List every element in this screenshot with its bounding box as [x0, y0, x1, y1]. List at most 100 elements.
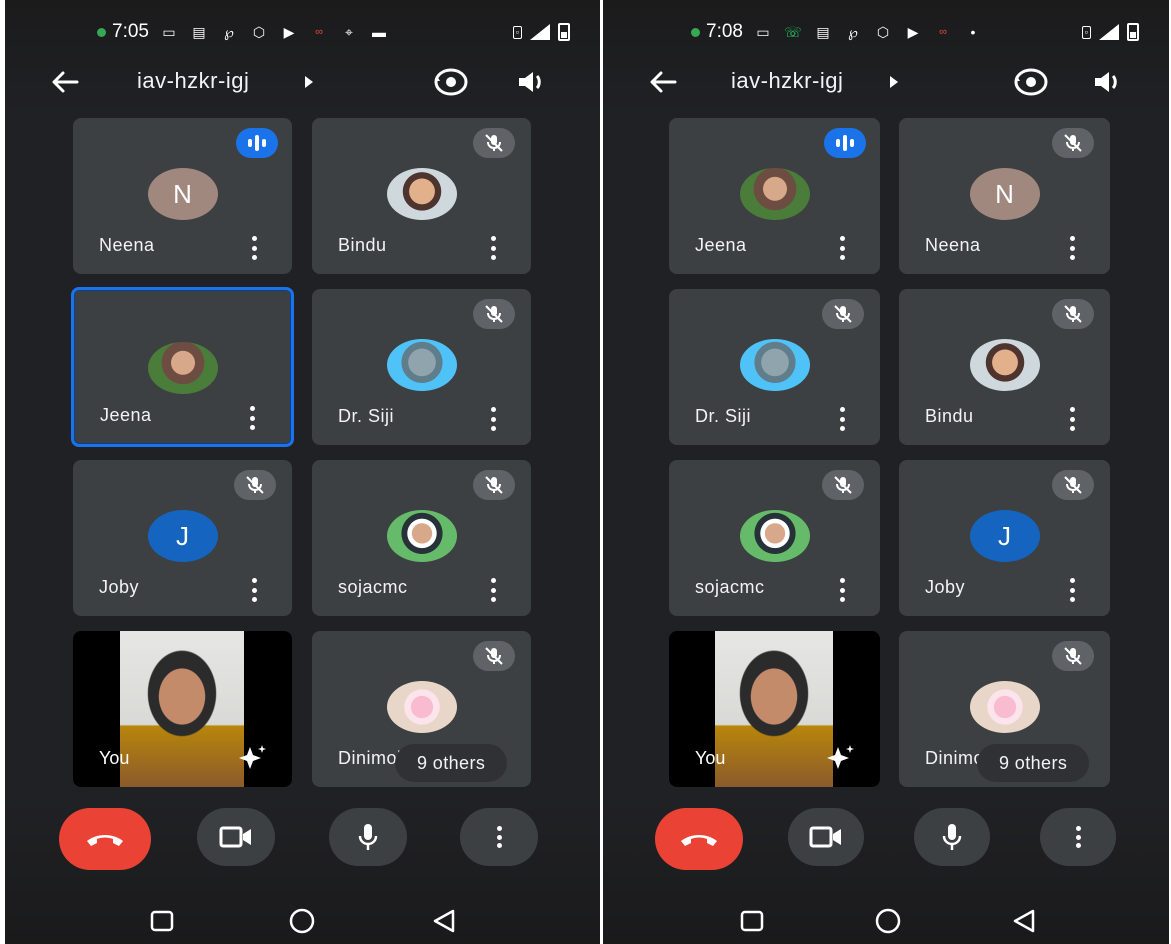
participant-name: Joby: [99, 577, 140, 597]
more-options-button[interactable]: [1040, 808, 1116, 866]
meeting-top-bar: iav-hzkr-igj: [5, 62, 600, 102]
mic-toggle-button[interactable]: [329, 808, 407, 866]
home-button[interactable]: [873, 906, 903, 936]
flip-camera-icon[interactable]: [1013, 64, 1049, 100]
avatar: [739, 168, 810, 220]
system-nav-bar: [603, 900, 1169, 940]
back-button[interactable]: [429, 906, 459, 936]
more-vert-icon[interactable]: [1068, 407, 1076, 431]
caret-right-icon[interactable]: [890, 76, 898, 88]
home-button[interactable]: [287, 906, 317, 936]
sparkle-icon[interactable]: [238, 743, 268, 773]
caret-right-icon[interactable]: [305, 76, 313, 88]
self-camera-preview: [120, 631, 244, 787]
meeting-code[interactable]: iav-hzkr-igj: [731, 68, 843, 94]
speaker-icon[interactable]: [515, 66, 547, 98]
status-bar: 7:08 ▭ ☏ ▤ ℘ ⬡ ▶ ∞ • ▫: [603, 14, 1169, 50]
right-phone-screen: 7:08 ▭ ☏ ▤ ℘ ⬡ ▶ ∞ • ▫ iav-hzkr-igj Jeen…: [603, 0, 1169, 944]
avatar: [386, 681, 457, 733]
camera-toggle-button[interactable]: [197, 808, 275, 866]
participant-tile[interactable]: Dr. Siji: [669, 289, 880, 445]
triangle-back-icon: [433, 909, 455, 933]
others-button[interactable]: 9 others: [977, 744, 1090, 782]
screenshot-pair: 7:05 ▭ ▤ ℘ ⬡ ▶ ∞ ⌖ ▬ ▫ iav-hzkr-igj N Ne…: [0, 0, 1171, 944]
status-time: 7:08: [706, 21, 743, 42]
participant-tile[interactable]: J Joby: [899, 460, 1110, 616]
battery-icon: [558, 23, 570, 41]
participant-tile[interactable]: N Neena: [73, 118, 292, 274]
recents-button[interactable]: [737, 906, 767, 936]
avatar: N: [969, 168, 1040, 220]
call-controls: [5, 808, 600, 878]
participant-tile[interactable]: J Joby: [73, 460, 292, 616]
mic-toggle-button[interactable]: [914, 808, 990, 866]
video-status-icon: ▭: [162, 24, 176, 40]
arrow-left-icon[interactable]: [49, 66, 81, 98]
avatar: [969, 681, 1040, 733]
participant-tile[interactable]: Bindu: [899, 289, 1110, 445]
volte-icon: ▫: [512, 25, 522, 39]
signal-icon: [530, 24, 550, 40]
participant-name: sojacmc: [695, 577, 765, 597]
participant-tile[interactable]: Bindu: [312, 118, 531, 274]
more-vert-icon[interactable]: [1068, 578, 1076, 602]
speaker-icon[interactable]: [1091, 66, 1123, 98]
mic-off-icon: [473, 299, 515, 329]
more-vert-icon[interactable]: [489, 578, 497, 602]
more-vert-icon[interactable]: [838, 407, 846, 431]
end-call-button[interactable]: [655, 808, 743, 870]
participant-tile[interactable]: sojacmc: [312, 460, 531, 616]
circle-icon: [875, 908, 901, 934]
camera-toggle-button[interactable]: [788, 808, 864, 866]
mic-off-icon: [822, 299, 864, 329]
participant-tile[interactable]: Dr. Siji: [312, 289, 531, 445]
self-video-tile[interactable]: You: [73, 631, 292, 787]
more-vert-icon: [495, 826, 503, 848]
mic-off-icon: [473, 641, 515, 671]
participant-name: sojacmc: [338, 577, 408, 597]
volte-icon: ▫: [1081, 25, 1091, 39]
youtube-icon: ▶: [907, 24, 919, 40]
myntra-app-icon: ℘: [848, 24, 858, 40]
more-options-button[interactable]: [460, 808, 538, 866]
video-camera-icon: [809, 826, 841, 848]
news-app-icon: ▤: [192, 24, 206, 40]
end-call-button[interactable]: [59, 808, 151, 870]
avatar: N: [147, 168, 218, 220]
more-vert-icon[interactable]: [838, 578, 846, 602]
participant-name: Jeena: [695, 235, 747, 255]
status-bar: 7:05 ▭ ▤ ℘ ⬡ ▶ ∞ ⌖ ▬ ▫: [5, 14, 600, 50]
square-icon: [150, 910, 174, 932]
participant-tile-active[interactable]: Jeena: [71, 287, 294, 447]
more-vert-icon[interactable]: [838, 236, 846, 260]
flip-camera-icon[interactable]: [433, 64, 469, 100]
others-button[interactable]: 9 others: [395, 744, 508, 782]
more-vert-icon[interactable]: [250, 236, 258, 260]
more-vert-icon[interactable]: [489, 407, 497, 431]
participant-tile[interactable]: N Neena: [899, 118, 1110, 274]
more-vert-icon[interactable]: [489, 236, 497, 260]
avatar: [739, 339, 810, 391]
hexagon-app-icon: ⬡: [252, 24, 266, 40]
participant-name: Bindu: [338, 235, 387, 255]
more-vert-icon: [1074, 826, 1082, 848]
participant-tile[interactable]: sojacmc: [669, 460, 880, 616]
participant-name: Dr. Siji: [695, 406, 752, 426]
meeting-code[interactable]: iav-hzkr-igj: [137, 68, 249, 94]
battery-icon: [1127, 23, 1139, 41]
more-vert-icon[interactable]: [1068, 236, 1076, 260]
sparkle-icon[interactable]: [826, 743, 856, 773]
participant-name: You: [99, 748, 130, 768]
back-button[interactable]: [1009, 906, 1039, 936]
speaking-indicator-icon: [236, 128, 278, 158]
recents-button[interactable]: [147, 906, 177, 936]
whatsapp-icon: ☏: [784, 24, 802, 40]
more-vert-icon[interactable]: [248, 406, 256, 430]
self-video-tile[interactable]: You: [669, 631, 880, 787]
hood-app-icon: ∞: [315, 26, 323, 38]
participant-tile[interactable]: Jeena: [669, 118, 880, 274]
arrow-left-icon[interactable]: [647, 66, 679, 98]
mic-off-icon: [822, 470, 864, 500]
more-vert-icon[interactable]: [250, 578, 258, 602]
participant-name: Bindu: [925, 406, 974, 426]
